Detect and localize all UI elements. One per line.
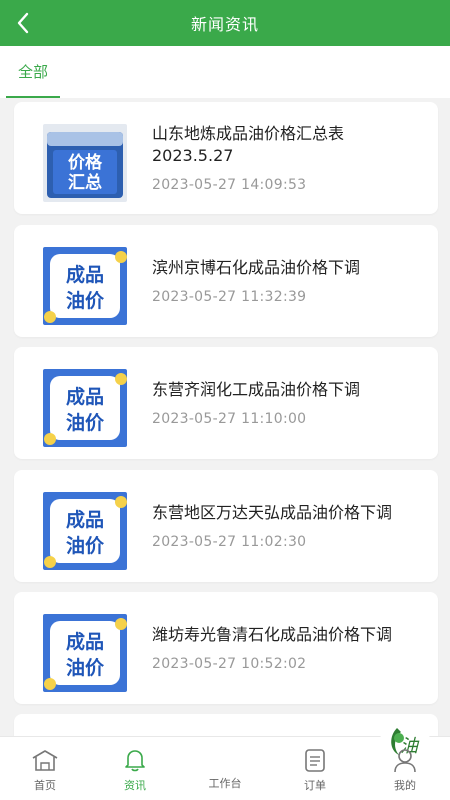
tab-home[interactable]: 首页 (0, 737, 90, 800)
oil-price-thumbnail: 成品 油价 (43, 369, 127, 447)
news-title: 滨州京博石化成品油价格下调 (152, 258, 361, 277)
tab-news[interactable]: 资讯 (90, 737, 180, 800)
news-title: 东营地区万达天弘成品油价格下调 (152, 503, 393, 522)
news-time: 2023-05-27 11:02:30 (152, 534, 307, 550)
news-time: 2023-05-27 11:32:39 (152, 289, 307, 305)
thumb-text-line1: 成品 (66, 263, 104, 286)
tab-all[interactable]: 全部 (6, 46, 60, 98)
home-icon (32, 750, 58, 771)
news-time: 2023-05-27 11:10:00 (152, 411, 307, 427)
tab-news-label: 资讯 (124, 779, 146, 792)
tab-orders-label: 订单 (304, 779, 326, 792)
news-time: 2023-05-27 14:09:53 (152, 177, 307, 193)
thumb-text-line1: 成品 (66, 630, 104, 653)
oil-price-thumbnail: 成品 油价 (43, 247, 127, 325)
tab-home-label: 首页 (34, 779, 56, 792)
user-icon (394, 749, 416, 773)
top-app-bar: 新闻资讯 (0, 0, 450, 46)
news-item[interactable]: 成品 油价 潍坊寿光鲁清石化成品油价格下调 2023-05-27 10:52:0… (14, 592, 438, 704)
thumb-text-line2: 油价 (66, 657, 105, 679)
news-title: 东营齐润化工成品油价格下调 (152, 380, 361, 399)
news-item[interactable]: 成品 油价 东营齐润化工成品油价格下调 2023-05-27 11:10:00 (14, 347, 438, 459)
news-title: 山东地炼成品油价格汇总表2023.5.27 (152, 124, 345, 165)
price-summary-thumbnail: 价格 汇总 (43, 124, 127, 202)
tab-workbench-label: 工作台 (208, 777, 242, 790)
thumb-text-line1: 成品 (66, 385, 104, 408)
tab-profile[interactable]: 我的 (360, 737, 450, 800)
oil-price-thumbnail: 成品 油价 (43, 614, 127, 692)
news-item[interactable]: 成品 油价 东营地区万达天弘成品油价格下调 2023-05-27 11:02:3… (14, 470, 438, 582)
oil-price-thumbnail: 成品 油价 (43, 492, 127, 570)
news-item[interactable]: 价格 汇总 山东地炼成品油价格汇总表2023.5.27 2023-05-27 1… (14, 102, 438, 214)
news-item[interactable]: 成品 油价 滨州京博石化成品油价格下调 2023-05-27 11:32:39 (14, 225, 438, 337)
thumb-text-line2: 油价 (66, 535, 105, 557)
thumb-text-line2: 油价 (66, 290, 105, 312)
back-button[interactable] (10, 8, 36, 38)
tab-profile-label: 我的 (394, 779, 416, 792)
tab-orders[interactable]: 订单 (270, 737, 360, 800)
bottom-tab-bar: 首页 资讯 油 工作台 订单 我的 (0, 717, 450, 800)
chevron-left-icon (17, 12, 29, 34)
thumb-text-line1: 价格 (68, 152, 103, 173)
thumb-text-line2: 油价 (66, 412, 105, 434)
news-time: 2023-05-27 10:52:02 (152, 656, 307, 672)
thumb-text-line2: 汇总 (68, 172, 102, 193)
page-title: 新闻资讯 (190, 15, 259, 34)
category-tabs: 全部 (0, 46, 450, 98)
orders-icon (305, 749, 325, 772)
thumb-text-line1: 成品 (66, 508, 104, 531)
news-title: 潍坊寿光鲁清石化成品油价格下调 (152, 625, 393, 644)
bell-icon (125, 750, 145, 772)
tab-workbench[interactable]: 油 工作台 (180, 717, 430, 800)
